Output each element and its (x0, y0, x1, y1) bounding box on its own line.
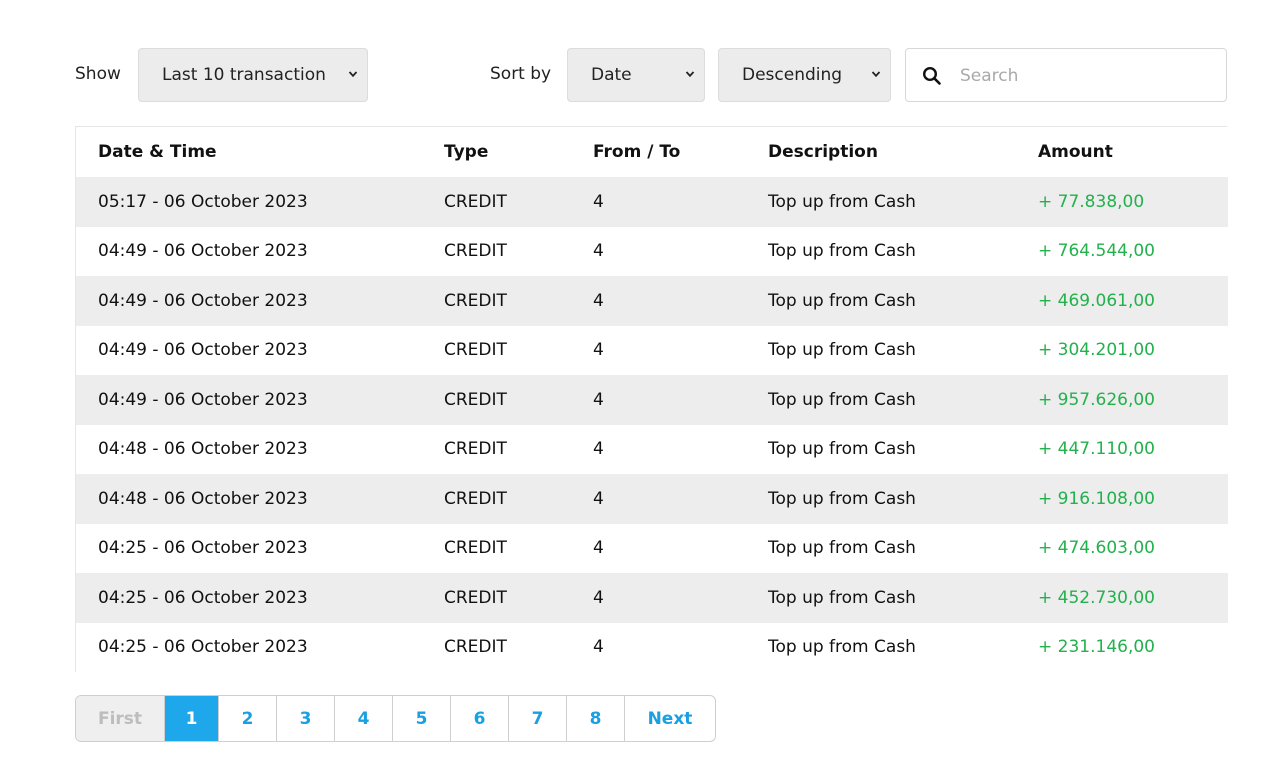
page-button-1[interactable]: 1 (165, 696, 219, 741)
page-button-6[interactable]: 6 (451, 696, 509, 741)
page-button-3[interactable]: 3 (277, 696, 335, 741)
show-select-value: Last 10 transaction (162, 65, 326, 85)
first-page-button[interactable]: First (76, 696, 165, 741)
cell-description: Top up from Cash (746, 177, 1016, 227)
table-row: 04:48 - 06 October 2023 CREDIT 4 Top up … (76, 424, 1228, 474)
table-row: 05:17 - 06 October 2023 CREDIT 4 Top up … (76, 177, 1228, 227)
cell-amount: + 764.544,00 (1016, 226, 1228, 276)
table-row: 04:48 - 06 October 2023 CREDIT 4 Top up … (76, 474, 1228, 524)
table-row: 04:25 - 06 October 2023 CREDIT 4 Top up … (76, 523, 1228, 573)
page-button-7[interactable]: 7 (509, 696, 567, 741)
cell-date-time: 04:25 - 06 October 2023 (76, 622, 422, 672)
cell-description: Top up from Cash (746, 226, 1016, 276)
cell-description: Top up from Cash (746, 622, 1016, 672)
header-description: Description (746, 127, 1016, 177)
cell-description: Top up from Cash (746, 375, 1016, 425)
cell-date-time: 04:49 - 06 October 2023 (76, 325, 422, 375)
cell-date-time: 04:49 - 06 October 2023 (76, 276, 422, 326)
cell-type: CREDIT (422, 177, 571, 227)
page-button-5[interactable]: 5 (393, 696, 451, 741)
cell-from-to: 4 (571, 276, 746, 326)
page-button-4[interactable]: 4 (335, 696, 393, 741)
cell-amount: + 447.110,00 (1016, 424, 1228, 474)
cell-date-time: 05:17 - 06 October 2023 (76, 177, 422, 227)
search-icon (922, 66, 941, 85)
next-page-button[interactable]: Next (625, 696, 715, 741)
page-button-2[interactable]: 2 (219, 696, 277, 741)
cell-type: CREDIT (422, 226, 571, 276)
sort-label: Sort by (490, 64, 552, 84)
cell-type: CREDIT (422, 276, 571, 326)
header-from-to: From / To (571, 127, 746, 177)
cell-amount: + 469.061,00 (1016, 276, 1228, 326)
page-button-8[interactable]: 8 (567, 696, 625, 741)
sort-field-select[interactable]: Date (567, 48, 705, 102)
cell-date-time: 04:48 - 06 October 2023 (76, 424, 422, 474)
cell-description: Top up from Cash (746, 325, 1016, 375)
cell-date-time: 04:49 - 06 October 2023 (76, 226, 422, 276)
filter-bar: Show Last 10 transaction Sort by Date De… (0, 48, 1261, 103)
header-type: Type (422, 127, 571, 177)
cell-type: CREDIT (422, 573, 571, 623)
cell-type: CREDIT (422, 474, 571, 524)
cell-from-to: 4 (571, 177, 746, 227)
cell-amount: + 474.603,00 (1016, 523, 1228, 573)
show-select[interactable]: Last 10 transaction (138, 48, 368, 102)
cell-amount: + 304.201,00 (1016, 325, 1228, 375)
search-input[interactable] (960, 59, 1210, 93)
table-row: 04:25 - 06 October 2023 CREDIT 4 Top up … (76, 573, 1228, 623)
show-label: Show (75, 64, 121, 84)
table-row: 04:49 - 06 October 2023 CREDIT 4 Top up … (76, 375, 1228, 425)
header-date-time: Date & Time (76, 127, 422, 177)
header-amount: Amount (1016, 127, 1228, 177)
search-box (905, 48, 1227, 102)
cell-description: Top up from Cash (746, 474, 1016, 524)
cell-amount: + 452.730,00 (1016, 573, 1228, 623)
sort-field-value: Date (591, 65, 632, 85)
cell-date-time: 04:49 - 06 October 2023 (76, 375, 422, 425)
sort-order-select[interactable]: Descending (718, 48, 891, 102)
cell-amount: + 77.838,00 (1016, 177, 1228, 227)
cell-amount: + 916.108,00 (1016, 474, 1228, 524)
cell-from-to: 4 (571, 226, 746, 276)
cell-type: CREDIT (422, 523, 571, 573)
sort-order-value: Descending (742, 65, 843, 85)
table-row: 04:49 - 06 October 2023 CREDIT 4 Top up … (76, 226, 1228, 276)
cell-amount: + 231.146,00 (1016, 622, 1228, 672)
cell-from-to: 4 (571, 622, 746, 672)
cell-from-to: 4 (571, 325, 746, 375)
cell-date-time: 04:48 - 06 October 2023 (76, 474, 422, 524)
cell-from-to: 4 (571, 474, 746, 524)
table-row: 04:25 - 06 October 2023 CREDIT 4 Top up … (76, 622, 1228, 672)
table-row: 04:49 - 06 October 2023 CREDIT 4 Top up … (76, 325, 1228, 375)
cell-description: Top up from Cash (746, 424, 1016, 474)
table-row: 04:49 - 06 October 2023 CREDIT 4 Top up … (76, 276, 1228, 326)
cell-type: CREDIT (422, 424, 571, 474)
cell-date-time: 04:25 - 06 October 2023 (76, 573, 422, 623)
transactions-table: Date & Time Type From / To Description A… (75, 126, 1228, 672)
cell-description: Top up from Cash (746, 276, 1016, 326)
cell-type: CREDIT (422, 375, 571, 425)
pagination: First 1 2 3 4 5 6 7 8 Next (75, 695, 716, 742)
cell-from-to: 4 (571, 375, 746, 425)
table-header-row: Date & Time Type From / To Description A… (76, 127, 1228, 177)
chevron-down-icon (348, 71, 358, 78)
cell-from-to: 4 (571, 523, 746, 573)
cell-description: Top up from Cash (746, 573, 1016, 623)
cell-type: CREDIT (422, 622, 571, 672)
chevron-down-icon (685, 71, 695, 78)
cell-from-to: 4 (571, 573, 746, 623)
cell-type: CREDIT (422, 325, 571, 375)
cell-description: Top up from Cash (746, 523, 1016, 573)
chevron-down-icon (871, 71, 881, 78)
cell-from-to: 4 (571, 424, 746, 474)
cell-date-time: 04:25 - 06 October 2023 (76, 523, 422, 573)
cell-amount: + 957.626,00 (1016, 375, 1228, 425)
